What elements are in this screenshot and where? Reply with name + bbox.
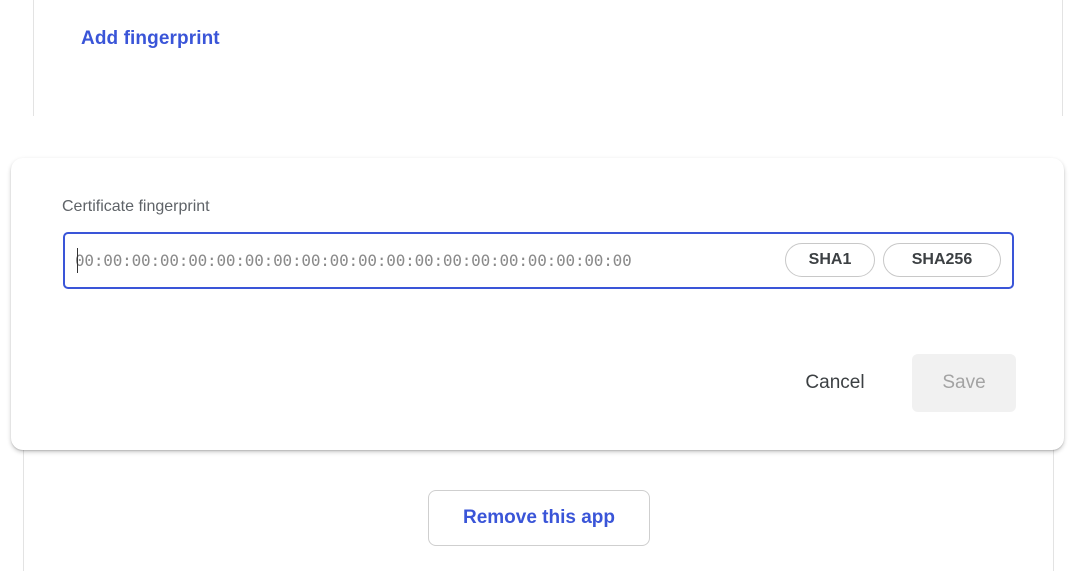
- sha256-chip-button[interactable]: SHA256: [883, 243, 1001, 277]
- section-gap: [0, 116, 1073, 158]
- app-settings-card-bottom: Remove this app: [23, 440, 1054, 571]
- add-fingerprint-link[interactable]: Add fingerprint: [81, 28, 220, 50]
- text-cursor: [77, 248, 78, 273]
- remove-app-button[interactable]: Remove this app: [428, 490, 650, 546]
- save-button[interactable]: Save: [912, 354, 1016, 412]
- certificate-fingerprint-label: Certificate fingerprint: [62, 198, 210, 215]
- app-settings-card-top: Add fingerprint: [10, 0, 1063, 116]
- sha1-chip-button[interactable]: SHA1: [785, 243, 875, 277]
- cancel-button[interactable]: Cancel: [790, 354, 880, 412]
- fingerprint-editor-panel: Certificate fingerprint SHA1 SHA256 Canc…: [11, 158, 1064, 450]
- card-border-right: [1062, 0, 1063, 116]
- certificate-fingerprint-input[interactable]: [75, 234, 787, 287]
- fingerprint-field: SHA1 SHA256: [63, 232, 1014, 289]
- card-border-left: [33, 0, 34, 116]
